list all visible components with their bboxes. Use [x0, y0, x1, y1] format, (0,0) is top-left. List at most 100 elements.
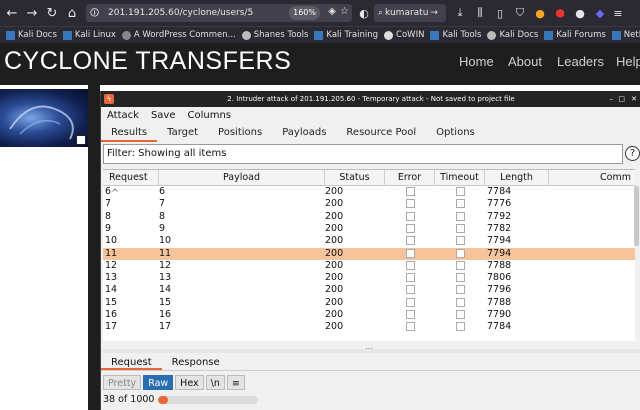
bookmark-item[interactable]: A WordPress Commen... — [121, 30, 236, 40]
tab-payloads[interactable]: Payloads — [272, 124, 336, 142]
options-menu-button[interactable]: ≡ — [226, 375, 245, 390]
cell-payload: 11 — [159, 247, 172, 259]
column-header-payload[interactable]: Payload — [159, 170, 325, 186]
cell-payload: 12 — [159, 259, 172, 271]
bookmark-item[interactable]: Kali Docs — [6, 30, 57, 40]
pretty-button[interactable]: Pretty — [103, 375, 142, 390]
table-row[interactable]: 6 6 200 7784 — [103, 186, 635, 198]
timeout-checkbox — [456, 273, 465, 283]
tab-positions[interactable]: Positions — [208, 124, 272, 142]
kali-icon — [62, 30, 72, 40]
tab-request[interactable]: Request — [101, 355, 162, 370]
newline-toggle-button[interactable]: \n — [205, 375, 225, 390]
cell-payload: 13 — [159, 272, 172, 284]
dark-reader-icon[interactable]: ● — [570, 3, 590, 23]
search-go-icon[interactable]: → — [430, 8, 438, 18]
site-title[interactable]: CYCLONE TRANSFERS — [4, 47, 291, 76]
grid-icon[interactable] — [76, 135, 86, 145]
timeout-checkbox — [456, 310, 465, 319]
bookmark-item[interactable]: CoWIN — [384, 30, 424, 40]
cell-length: 7796 — [487, 284, 512, 296]
table-row[interactable]: 12 12 200 7788 — [103, 260, 635, 272]
forward-icon[interactable]: → — [22, 3, 42, 23]
drag-handle-icon[interactable]: ⋯ — [365, 344, 373, 353]
table-scrollbar[interactable] — [634, 186, 639, 246]
url-text: 201.191.205.60/cyclone/users/5 — [108, 8, 254, 18]
bookmark-item[interactable]: Kali Forums — [544, 30, 606, 40]
close-icon[interactable]: ✕ — [631, 91, 637, 107]
column-header-length[interactable]: Length — [485, 170, 549, 186]
tab-results[interactable]: Results — [101, 124, 158, 142]
bookmark-item[interactable]: Kali Linux — [62, 30, 116, 40]
download-icon[interactable]: ⤓ — [450, 3, 470, 23]
back-icon[interactable]: ← — [2, 3, 22, 23]
cowin-icon — [384, 30, 394, 40]
table-row[interactable]: 14 14 200 7796 — [103, 284, 635, 296]
bookmark-item[interactable]: Kali Tools — [430, 30, 481, 40]
help-icon[interactable]: ? — [625, 146, 640, 161]
table-row[interactable]: 9 9 200 7782 — [103, 223, 635, 235]
menu-attack[interactable]: Attack — [107, 110, 139, 121]
table-row[interactable]: 10 10 200 7794 — [103, 235, 635, 247]
table-row[interactable]: 8 8 200 7792 — [103, 211, 635, 223]
bookmark-star-icon[interactable]: ☆ — [340, 6, 349, 17]
search-bar[interactable]: ⌕ kumaratu → — [374, 4, 446, 22]
cell-request: 16 — [105, 309, 118, 320]
cell-payload: 15 — [159, 296, 172, 308]
cyclone-image — [9, 105, 74, 140]
sidebar-icon[interactable]: ▯ — [490, 3, 510, 23]
wappalyzer-icon[interactable]: ◆ — [590, 3, 610, 23]
table-row[interactable]: 15 15 200 7788 — [103, 297, 635, 309]
reload-icon[interactable]: ↻ — [42, 3, 62, 23]
kali-icon — [6, 30, 15, 40]
bookmark-item[interactable]: Kali Docs — [487, 30, 538, 40]
tab-options[interactable]: Options — [426, 124, 485, 142]
table-row[interactable]: 13 13 200 7806 — [103, 272, 635, 284]
view-mode-bar: Pretty Raw Hex \n ≡ — [103, 375, 245, 391]
split-divider[interactable]: ⋯ — [101, 344, 640, 353]
nav-link-home[interactable]: Home — [459, 54, 494, 69]
table-row[interactable]: 7 7 200 7776 — [103, 198, 635, 210]
menu-icon[interactable]: ≡ — [608, 3, 628, 23]
error-checkbox — [406, 199, 415, 209]
tab-response[interactable]: Response — [162, 355, 230, 370]
burp-logo-icon: ϟ — [104, 94, 114, 104]
bookmark-item[interactable]: NetHunter — [611, 30, 640, 40]
table-row[interactable]: 11 11 200 7794 — [103, 247, 635, 260]
timeout-checkbox — [456, 285, 465, 295]
zoom-level[interactable]: 160% — [289, 6, 320, 20]
nav-link-help[interactable]: Help — [616, 54, 640, 69]
column-header-error[interactable]: Error — [385, 170, 435, 186]
minimize-icon[interactable]: – — [610, 91, 614, 107]
column-header-status[interactable]: Status — [325, 170, 385, 186]
column-header-timeout[interactable]: Timeout — [435, 170, 485, 186]
filter-bar[interactable]: Filter: Showing all items — [103, 144, 623, 164]
menu-columns[interactable]: Columns — [187, 110, 231, 121]
tab-target[interactable]: Target — [157, 124, 208, 142]
shield-icon[interactable]: ⛉ — [510, 3, 530, 23]
nav-link-leaders[interactable]: Leaders — [557, 54, 604, 69]
globe-icon — [241, 30, 251, 40]
column-header-request[interactable]: Request ^ — [103, 170, 159, 199]
cell-length: 7792 — [487, 210, 512, 222]
table-row[interactable]: 16 16 200 7790 — [103, 309, 635, 321]
bookmark-item[interactable]: Kali Training — [314, 30, 378, 40]
menu-save[interactable]: Save — [151, 110, 176, 121]
search-text: kumaratu — [385, 8, 429, 18]
url-bar[interactable]: 🛈 201.191.205.60/cyclone/users/5 160% ◈ … — [86, 4, 352, 22]
fox-extension-icon[interactable]: ● — [530, 3, 550, 23]
raw-button[interactable]: Raw — [143, 375, 174, 390]
nav-link-about[interactable]: About — [508, 54, 542, 69]
home-icon[interactable]: ⌂ — [62, 3, 82, 23]
extension-icon[interactable]: ◐ — [354, 3, 374, 23]
table-row[interactable]: 17 17 200 7784 — [103, 321, 635, 333]
pocket-icon[interactable]: ◈ — [328, 6, 336, 17]
tab-resource-pool[interactable]: Resource Pool — [336, 124, 426, 142]
maximize-icon[interactable]: □ — [618, 91, 625, 107]
bookmark-item[interactable]: Shanes Tools — [241, 30, 308, 40]
ublock-icon[interactable]: ⬢ — [550, 3, 570, 23]
library-icon[interactable]: ⫼ — [470, 3, 490, 23]
cell-status: 200 — [325, 210, 344, 222]
column-header-comment[interactable]: Comm — [549, 170, 635, 186]
hex-button[interactable]: Hex — [175, 375, 204, 390]
